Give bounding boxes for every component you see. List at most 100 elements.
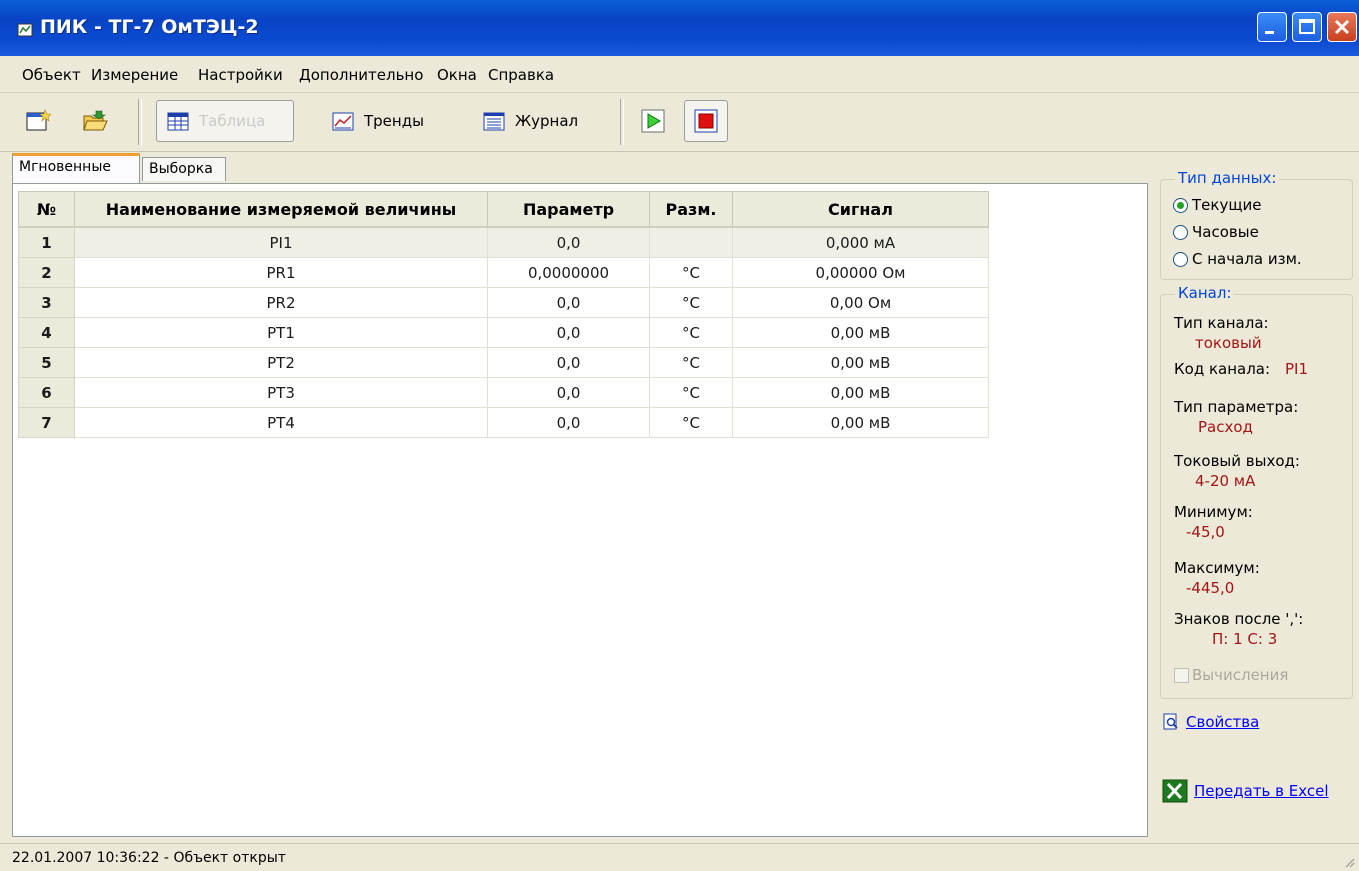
menu-help[interactable]: Справка [488, 66, 554, 84]
start-button[interactable] [640, 100, 666, 142]
journal-icon [483, 112, 505, 131]
stop-button[interactable] [684, 100, 728, 142]
maximize-icon [1299, 19, 1315, 34]
table-row[interactable]: 3 PR2 0,0 °C 0,00 Ом [18, 287, 989, 318]
row-param: 0,0 [487, 377, 650, 408]
export-excel-label: Передать в Excel [1194, 782, 1329, 800]
menu-measurement[interactable]: Измерение [91, 66, 178, 84]
tab-sample[interactable]: Выборка [142, 157, 226, 181]
row-param: 0,0 [487, 317, 650, 348]
radio-hourly[interactable]: Часовые [1173, 223, 1259, 241]
radio-icon [1173, 251, 1188, 267]
resize-grip-icon[interactable] [1343, 856, 1355, 868]
open-object-button[interactable] [82, 100, 108, 142]
col-header-num[interactable]: № [18, 191, 75, 228]
measurement-table: № Наименование измеряемой величины Парам… [18, 191, 989, 438]
trend-chart-icon [332, 112, 354, 131]
checkbox-icon [1174, 667, 1189, 683]
close-button[interactable] [1327, 12, 1357, 42]
col-header-unit[interactable]: Разм. [649, 191, 733, 228]
table-row[interactable]: 1 PI1 0,0 0,000 мА [18, 226, 989, 258]
new-window-icon [26, 109, 51, 131]
menu-bar: Объект Измерение Настройки Дополнительно… [0, 56, 1359, 93]
table-row[interactable]: 2 PR1 0,0000000 °C 0,00000 Ом [18, 257, 989, 288]
row-unit: °C [649, 317, 733, 348]
status-text: 22.01.2007 10:36:22 - Объект открыт [12, 850, 286, 866]
menu-settings[interactable]: Настройки [198, 66, 283, 84]
col-header-signal[interactable]: Сигнал [732, 191, 989, 228]
table-header-row: № Наименование измеряемой величины Парам… [18, 191, 989, 228]
export-excel-link[interactable]: Передать в Excel [1162, 779, 1329, 803]
row-name: PI1 [74, 226, 488, 258]
row-name: PT4 [74, 407, 488, 438]
row-unit [649, 226, 733, 258]
minimum-value: -45,0 [1186, 523, 1225, 541]
journal-view-button[interactable]: Журнал [481, 100, 578, 142]
row-signal: 0,00 мВ [732, 347, 989, 378]
row-name: PT1 [74, 317, 488, 348]
row-name: PT2 [74, 347, 488, 378]
radio-since-start-label: С начала изм. [1192, 250, 1302, 268]
calc-checkbox[interactable]: Вычисления [1174, 666, 1288, 684]
menu-object[interactable]: Объект [22, 66, 81, 84]
channel-title: Канал: [1175, 284, 1235, 302]
table-row[interactable]: 6 PT3 0,0 °C 0,00 мВ [18, 377, 989, 408]
trends-view-label: Тренды [364, 112, 424, 130]
row-signal: 0,00 мВ [732, 407, 989, 438]
row-unit: °C [649, 287, 733, 318]
decimals-label: Знаков после ',': [1174, 610, 1304, 628]
table-view-button[interactable]: Таблица [156, 100, 294, 142]
journal-view-label: Журнал [515, 112, 579, 130]
row-signal: 0,00000 Ом [732, 257, 989, 288]
toolbar-separator [138, 99, 142, 145]
table-panel: № Наименование измеряемой величины Парам… [12, 183, 1148, 837]
row-signal: 0,00 мВ [732, 377, 989, 408]
current-output-value: 4-20 мА [1195, 472, 1256, 490]
row-unit: °C [649, 377, 733, 408]
row-param: 0,0 [487, 407, 650, 438]
row-num: 1 [18, 226, 75, 258]
minimize-button[interactable] [1257, 12, 1287, 42]
row-num: 6 [18, 377, 75, 408]
row-name: PR2 [74, 287, 488, 318]
close-icon [1334, 19, 1350, 35]
properties-link[interactable]: Свойства [1162, 713, 1259, 731]
table-view-label: Таблица [199, 112, 266, 130]
row-name: PT3 [74, 377, 488, 408]
channel-code-label: Код канала: [1174, 360, 1271, 378]
title-bar[interactable]: ПИК - ТГ-7 ОмТЭЦ-2 [0, 0, 1359, 56]
param-type-label: Тип параметра: [1174, 398, 1299, 416]
col-header-name[interactable]: Наименование измеряемой величины [74, 191, 488, 228]
decimals-value: П: 1 С: 3 [1212, 630, 1278, 648]
table-row[interactable]: 7 PT4 0,0 °C 0,00 мВ [18, 407, 989, 438]
table-row[interactable]: 4 PT1 0,0 °C 0,00 мВ [18, 317, 989, 348]
radio-since-start[interactable]: С начала изм. [1173, 250, 1302, 268]
row-signal: 0,00 мВ [732, 317, 989, 348]
table-row[interactable]: 5 PT2 0,0 °C 0,00 мВ [18, 347, 989, 378]
new-object-button[interactable] [25, 100, 51, 142]
row-param: 0,0 [487, 226, 650, 258]
row-unit: °C [649, 347, 733, 378]
window-title: ПИК - ТГ-7 ОмТЭЦ-2 [40, 16, 259, 38]
current-output-label: Токовый выход: [1174, 452, 1300, 470]
properties-link-label: Свойства [1186, 713, 1260, 731]
row-unit: °C [649, 407, 733, 438]
row-param: 0,0 [487, 287, 650, 318]
radio-icon [1173, 224, 1188, 240]
row-signal: 0,00 Ом [732, 287, 989, 318]
radio-current[interactable]: Текущие [1173, 196, 1261, 214]
channel-code-value: PI1 [1285, 360, 1309, 378]
calc-checkbox-label: Вычисления [1192, 666, 1289, 684]
trends-view-button[interactable]: Тренды [330, 100, 424, 142]
col-header-param[interactable]: Параметр [487, 191, 650, 228]
maximum-value: -445,0 [1186, 579, 1235, 597]
menu-windows[interactable]: Окна [437, 66, 477, 84]
tab-instant[interactable]: Мгновенные [12, 153, 140, 183]
open-folder-icon [83, 110, 108, 131]
row-signal: 0,000 мА [732, 226, 989, 258]
data-type-group: Тип данных: Текущие Часовые С начала изм… [1160, 169, 1353, 280]
row-num: 2 [18, 257, 75, 288]
maximize-button[interactable] [1292, 12, 1322, 42]
menu-additional[interactable]: Дополнительно [299, 66, 423, 84]
toolbar: Таблица Тренды Журнал [0, 93, 1359, 152]
